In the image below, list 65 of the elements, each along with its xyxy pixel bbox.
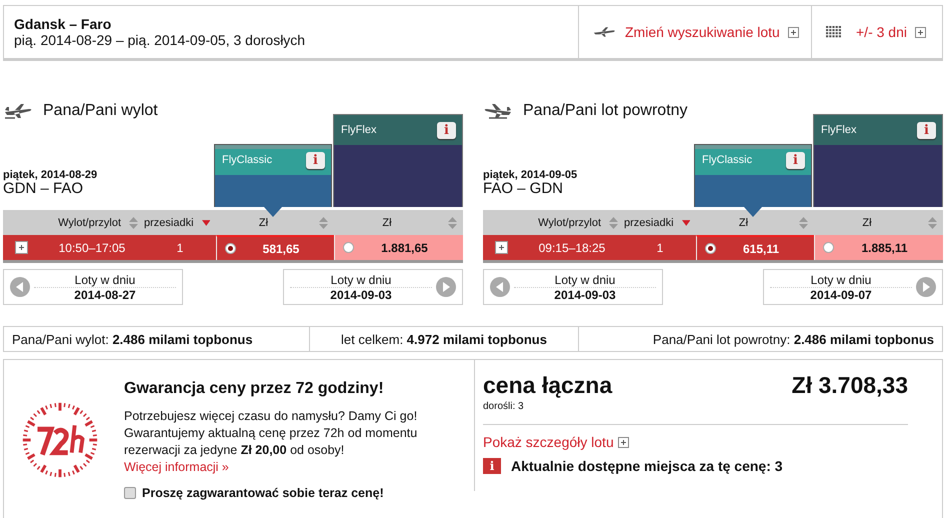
radio-button[interactable] <box>225 243 236 254</box>
more-info-link[interactable]: Więcej informacji » <box>124 459 459 476</box>
flight-date: piątek, 2014-09-05 <box>483 169 578 181</box>
plus-icon <box>618 436 629 448</box>
table-cell-text: 09:15–18:25 <box>538 240 606 256</box>
passenger-count: dorośli: 3 <box>483 401 525 412</box>
airplane-icon <box>483 103 513 119</box>
search-action-link[interactable]: Zmień wyszukiwanie lotu <box>625 24 780 40</box>
miles-summary: let celkem: 4.972 milami topbonus <box>309 327 579 351</box>
info-button[interactable]: i <box>306 152 325 168</box>
price-value: 615,11 <box>742 242 780 256</box>
total-price: Zł 3.708,33 <box>792 372 908 399</box>
flight-date: piątek, 2014-08-29 <box>3 169 98 181</box>
day-nav-button[interactable]: Loty w dniu 2014-08-27 <box>3 269 183 305</box>
plus-icon <box>16 242 27 253</box>
info-button[interactable]: i <box>786 152 805 168</box>
calendar-grid-icon <box>826 26 842 38</box>
fare-header[interactable]: FlyFlex i <box>333 114 463 207</box>
radio-button[interactable] <box>705 243 716 254</box>
column-header[interactable]: Wylot/przylot <box>520 210 624 235</box>
info-button[interactable]: i <box>917 122 936 138</box>
plus-icon <box>914 26 926 38</box>
plus-icon <box>788 26 799 38</box>
expand-button[interactable] <box>15 241 28 254</box>
column-header[interactable]: Zł <box>334 210 463 235</box>
column-header[interactable]: Zł <box>696 210 814 235</box>
airplane-icon <box>3 103 33 119</box>
checkbox-label: Proszę zagwarantować sobie teraz cenę! <box>142 486 384 500</box>
route-title: Gdansk – Faro <box>14 16 112 32</box>
info-button[interactable]: i <box>437 122 456 138</box>
price-value: 1.881,65 <box>380 240 429 254</box>
trip-details: pią. 2014-08-29 – pią. 2014-09-05, 3 dorosłych <box>14 32 306 48</box>
radio-button[interactable] <box>343 242 354 253</box>
expand-button[interactable] <box>495 241 508 254</box>
miles-summary: Pana/Pani lot powrotny: 2.486 milami topbonus <box>652 330 935 349</box>
info-icon: i <box>483 458 501 474</box>
search-action-link[interactable]: +/- 3 dni <box>856 24 907 40</box>
flight-route: GDN – FAO <box>3 181 84 196</box>
total-title: cena łączna <box>483 372 612 399</box>
flight-details-link[interactable]: Pokaż szczegóły lotu <box>483 434 614 450</box>
radio-button[interactable] <box>823 242 834 253</box>
day-nav-button[interactable]: Loty w dniu 2014-09-07 <box>763 269 943 305</box>
table-cell-text: 1 <box>176 240 184 256</box>
day-nav-button[interactable]: Loty w dniu 2014-09-03 <box>283 269 463 305</box>
column-header[interactable]: przesiadki <box>624 210 696 235</box>
table-cell-text: 10:50–17:05 <box>58 240 126 256</box>
miles-summary: Pana/Pani wylot: 2.486 milami topbonus <box>11 330 254 349</box>
section-heading: Pana/Pani wylot <box>43 102 158 120</box>
price-value: 1.885,11 <box>860 240 909 254</box>
checkbox[interactable] <box>124 487 136 499</box>
column-header[interactable]: przesiadki <box>144 210 216 235</box>
column-header[interactable]: Wylot/przylot <box>40 210 144 235</box>
table-cell-text: 1 <box>656 240 664 256</box>
section-heading: Pana/Pani lot powrotny <box>523 102 688 120</box>
fare-header[interactable]: FlyFlex i <box>813 114 943 207</box>
column-header[interactable]: Zł <box>216 210 334 235</box>
availability-note: Aktualnie dostępne miejsca za tę cenę: 3 <box>511 458 783 474</box>
flight-route: FAO – GDN <box>483 181 564 196</box>
column-header[interactable]: Zł <box>814 210 943 235</box>
guarantee-text: Potrzebujesz więcej czasu do namysłu? Damy Ci go! Gwarantujemy aktualną cenę przez 72h od momentu rezerwacji za jedyne Zł 20,00 od osoby! <box>124 408 418 459</box>
price-value: 581,65 <box>262 242 300 256</box>
plus-icon <box>496 242 507 253</box>
airplane-icon <box>593 27 617 37</box>
guarantee-title: Gwarancja ceny przez 72 godziny! <box>124 380 385 398</box>
day-nav-button[interactable]: Loty w dniu 2014-09-03 <box>483 269 663 305</box>
